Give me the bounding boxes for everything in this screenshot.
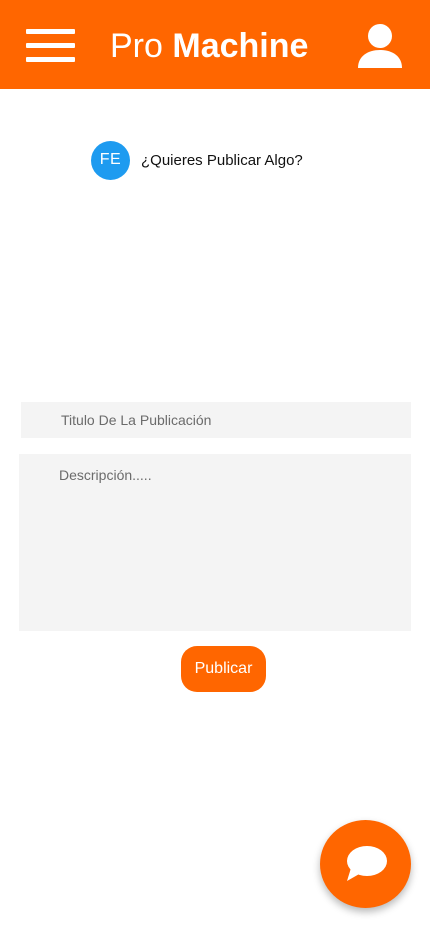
user-icon-glyph bbox=[358, 24, 402, 68]
user-icon[interactable] bbox=[356, 23, 404, 69]
avatar: FE bbox=[91, 140, 130, 180]
post-title-input[interactable] bbox=[21, 402, 411, 438]
top-bar: Pro Machine bbox=[0, 0, 430, 89]
post-description-input[interactable] bbox=[19, 454, 411, 631]
app-screen: Pro Machine FE ¿Quieres Publicar Algo? P… bbox=[0, 0, 430, 932]
publish-prompt-text: ¿Quieres Publicar Algo? bbox=[141, 151, 303, 169]
publish-button[interactable]: Publicar bbox=[181, 646, 266, 692]
hamburger-menu-icon[interactable] bbox=[26, 27, 75, 65]
menu-line bbox=[26, 29, 75, 34]
menu-line bbox=[26, 57, 75, 62]
chat-button[interactable] bbox=[320, 820, 411, 908]
menu-line bbox=[26, 43, 75, 48]
publish-prompt[interactable]: FE ¿Quieres Publicar Algo? bbox=[91, 140, 303, 180]
app-title: Pro Machine bbox=[110, 24, 308, 68]
app-title-light: Pro bbox=[110, 27, 163, 65]
app-title-bold: Machine bbox=[172, 27, 309, 65]
chat-bubble-icon bbox=[346, 846, 387, 881]
